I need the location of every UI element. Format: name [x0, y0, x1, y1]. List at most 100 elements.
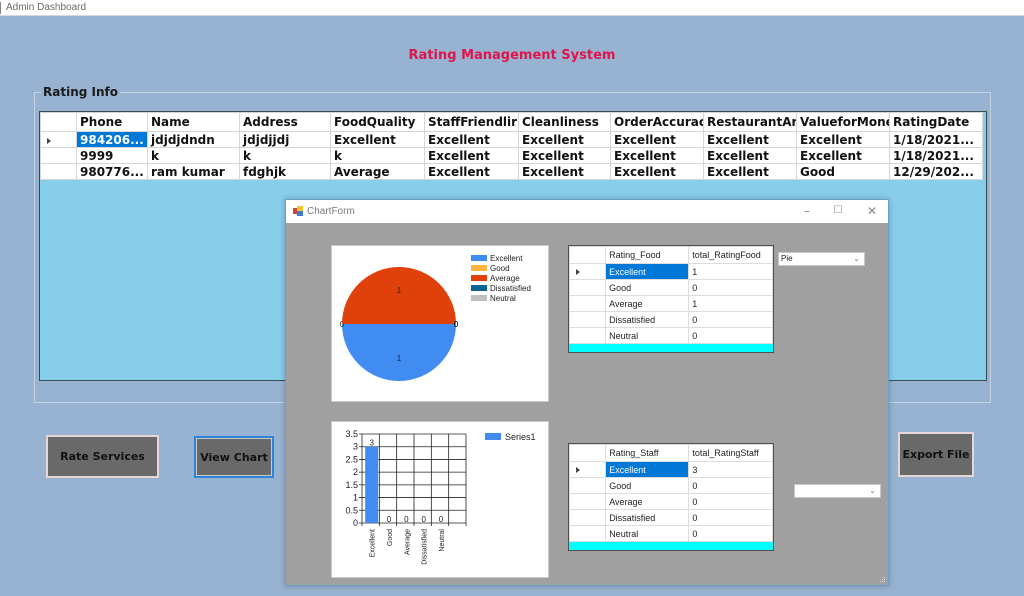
table-cell[interactable]: 0 — [688, 509, 773, 526]
table-cell[interactable]: Excellent — [610, 131, 704, 148]
table-cell[interactable]: 0 — [688, 311, 773, 328]
close-icon[interactable]: ✕ — [862, 204, 882, 218]
table-row[interactable]: Dissatisfied 0 — [568, 311, 773, 328]
table-row[interactable]: Excellent 1 — [568, 263, 773, 280]
table-cell[interactable]: Excellent — [610, 163, 704, 180]
table-cell[interactable]: Excellent — [796, 131, 890, 148]
table-row[interactable]: Average 0 — [568, 493, 773, 510]
table-cell[interactable]: Neutral — [605, 327, 690, 344]
table-cell[interactable]: Neutral — [605, 525, 690, 542]
table-cell[interactable]: Excellent — [703, 131, 797, 148]
minimize-icon[interactable]: – — [797, 204, 817, 218]
table-cell[interactable]: Average — [605, 295, 690, 312]
column-header[interactable]: Cleanliness — [518, 112, 611, 132]
staff-chart-type-combo[interactable]: ⌄ — [794, 484, 881, 498]
table-cell[interactable]: 0 — [688, 327, 773, 344]
table-cell[interactable]: jdjdjdndn — [147, 131, 240, 148]
column-header[interactable]: FoodQuality — [330, 112, 425, 132]
table-cell[interactable]: Excellent — [605, 461, 690, 478]
table-cell[interactable]: k — [330, 147, 425, 164]
table-cell[interactable]: k — [239, 147, 331, 164]
col-header-rating-staff[interactable]: Rating_Staff — [605, 444, 690, 462]
table-cell[interactable]: Excellent — [703, 163, 797, 180]
table-cell[interactable]: k — [147, 147, 240, 164]
chart-form-titlebar[interactable]: ChartForm – ☐ ✕ — [286, 200, 888, 223]
table-cell[interactable]: 9999 — [76, 147, 148, 164]
table-cell[interactable]: Dissatisfied — [605, 509, 690, 526]
table-cell[interactable]: 3 — [688, 461, 773, 478]
table-row[interactable]: Neutral 0 — [568, 525, 773, 542]
column-header[interactable]: Address — [239, 112, 331, 132]
table-cell[interactable]: ram kumar — [147, 163, 240, 180]
table-cell[interactable]: Excellent — [703, 147, 797, 164]
table-cell[interactable]: Average — [605, 493, 690, 510]
row-header[interactable] — [568, 327, 607, 344]
table-cell[interactable]: 984206... — [76, 131, 148, 148]
table-cell[interactable]: Excellent — [424, 131, 519, 148]
table-cell[interactable]: 1/18/2021... — [889, 131, 983, 148]
table-cell[interactable]: 980776... — [76, 163, 148, 180]
row-header[interactable] — [40, 163, 77, 180]
table-cell[interactable]: Excellent — [518, 147, 611, 164]
table-row[interactable]: Neutral 0 — [568, 327, 773, 344]
row-header[interactable] — [40, 147, 77, 164]
table-cell[interactable]: 0 — [688, 493, 773, 510]
table-cell[interactable]: Dissatisfied — [605, 311, 690, 328]
table-row[interactable]: 9999 k k k Excellent Excellent Excellent Excell… — [40, 147, 983, 164]
table-cell[interactable]: 1 — [688, 263, 773, 280]
table-cell[interactable]: Excellent — [518, 131, 611, 148]
table-cell[interactable]: fdghjk — [239, 163, 331, 180]
table-cell[interactable]: Excellent — [518, 163, 611, 180]
table-cell[interactable]: 1/18/2021... — [889, 147, 983, 164]
row-header[interactable] — [568, 493, 607, 510]
column-header[interactable]: Name — [147, 112, 240, 132]
food-rating-grid[interactable]: Rating_Food total_RatingFood Excellent 1 G… — [568, 245, 774, 353]
table-row[interactable]: Excellent 3 — [568, 461, 773, 478]
staff-rating-grid[interactable]: Rating_Staff total_RatingStaff Excellent… — [568, 443, 774, 551]
col-header-total-rating-food[interactable]: total_RatingFood — [688, 246, 773, 264]
row-header[interactable] — [568, 477, 607, 494]
row-header[interactable] — [568, 461, 607, 478]
table-cell[interactable]: 0 — [688, 477, 773, 494]
chevron-down-icon[interactable]: ⌄ — [853, 253, 860, 265]
column-header[interactable]: RestaurantAr — [703, 112, 797, 132]
table-cell[interactable]: Excellent — [605, 263, 690, 280]
col-header-total-rating-staff[interactable]: total_RatingStaff — [688, 444, 773, 462]
export-file-button[interactable]: Export File — [898, 432, 974, 477]
table-cell[interactable]: Good — [605, 477, 690, 494]
resize-grip-icon[interactable] — [880, 577, 886, 583]
table-cell[interactable]: Good — [605, 279, 690, 296]
table-row[interactable]: Good 0 — [568, 279, 773, 296]
table-row[interactable]: Average 1 — [568, 295, 773, 312]
table-row[interactable]: Good 0 — [568, 477, 773, 494]
row-header[interactable] — [568, 311, 607, 328]
table-row[interactable]: Dissatisfied 0 — [568, 509, 773, 526]
table-cell[interactable]: 0 — [688, 525, 773, 542]
table-cell[interactable]: 1 — [688, 295, 773, 312]
column-header[interactable]: RatingDate — [889, 112, 983, 132]
table-row[interactable]: 984206... jdjdjdndn jdjdjjdj Excellent Excel… — [40, 131, 983, 148]
column-header[interactable]: OrderAccurac — [610, 112, 704, 132]
table-cell[interactable]: Excellent — [424, 147, 519, 164]
column-header[interactable]: Phone — [76, 112, 148, 132]
column-header[interactable]: StaffFriendlir — [424, 112, 519, 132]
row-header[interactable] — [40, 131, 77, 148]
chevron-down-icon[interactable]: ⌄ — [869, 485, 876, 497]
table-cell[interactable]: Excellent — [424, 163, 519, 180]
table-cell[interactable]: Good — [796, 163, 890, 180]
column-header[interactable]: ValueforMone — [796, 112, 890, 132]
food-chart-type-combo[interactable]: Pie ⌄ — [778, 252, 865, 266]
row-header[interactable] — [568, 525, 607, 542]
row-header[interactable] — [568, 295, 607, 312]
table-row[interactable]: 980776... ram kumar fdghjk Average Excellent… — [40, 163, 983, 180]
table-cell[interactable]: 12/29/202... — [889, 163, 983, 180]
row-header[interactable] — [568, 509, 607, 526]
row-header[interactable] — [568, 263, 607, 280]
table-cell[interactable]: Excellent — [610, 147, 704, 164]
rate-services-button[interactable]: Rate Services — [46, 435, 159, 478]
table-cell[interactable]: 0 — [688, 279, 773, 296]
maximize-icon[interactable]: ☐ — [828, 205, 848, 216]
row-header[interactable] — [568, 279, 607, 296]
table-cell[interactable]: Average — [330, 163, 425, 180]
view-chart-button[interactable]: View Chart — [194, 436, 274, 478]
